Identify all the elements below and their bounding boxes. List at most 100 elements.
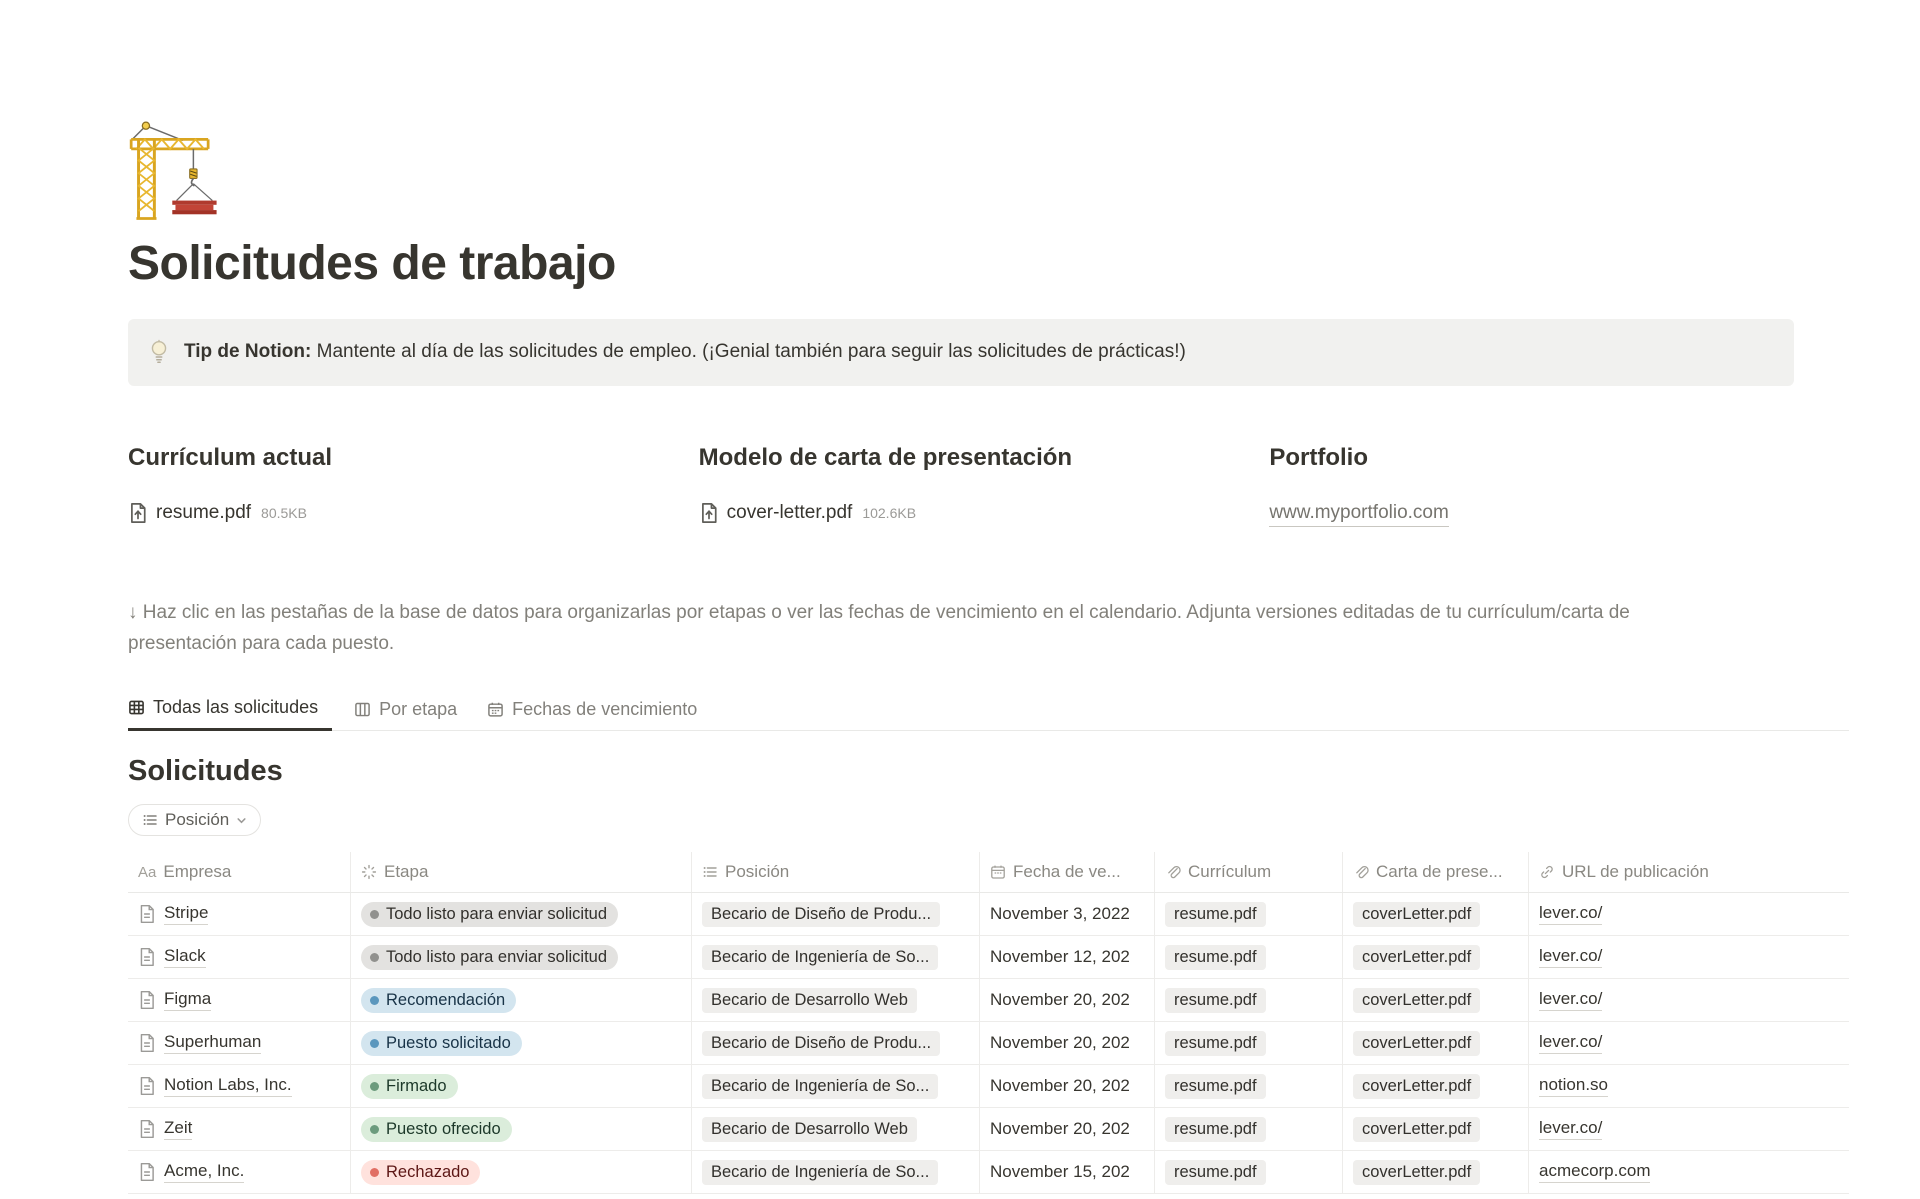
table-row[interactable]: Acme, Inc. Rechazado Becario de Ingenier…: [128, 1151, 1849, 1194]
status-dot: [370, 1039, 379, 1048]
column-header-fecha[interactable]: Fecha de ve...: [980, 852, 1155, 892]
posting-url-link[interactable]: lever.co/: [1539, 1032, 1602, 1054]
resume-file-chip[interactable]: resume.pdf: [1165, 945, 1266, 970]
posting-url-link[interactable]: acmecorp.com: [1539, 1161, 1650, 1183]
resume-file-chip[interactable]: resume.pdf: [1165, 988, 1266, 1013]
stage-badge[interactable]: Recomendación: [361, 988, 516, 1013]
building-crane-icon[interactable]: [128, 118, 244, 222]
position-tag[interactable]: Becario de Desarrollo Web: [702, 1117, 917, 1142]
column-header-curriculum[interactable]: Currículum: [1155, 852, 1343, 892]
resume-file-chip[interactable]: resume.pdf: [1165, 902, 1266, 927]
file-upload-icon: [699, 502, 719, 524]
stage-badge[interactable]: Rechazado: [361, 1160, 480, 1185]
cover-file-chip[interactable]: coverLetter.pdf: [1353, 1031, 1480, 1056]
tab-label: Por etapa: [379, 699, 457, 720]
table-icon: [128, 699, 145, 716]
company-link[interactable]: Acme, Inc.: [164, 1161, 244, 1183]
cover-file-chip[interactable]: coverLetter.pdf: [1353, 1117, 1480, 1142]
status-dot: [370, 1082, 379, 1091]
due-date[interactable]: November 20, 202: [980, 1022, 1155, 1064]
company-link[interactable]: Zeit: [164, 1118, 192, 1140]
position-tag[interactable]: Becario de Desarrollo Web: [702, 988, 917, 1013]
column-header-etapa[interactable]: Etapa: [351, 852, 692, 892]
page-icon: [138, 947, 156, 967]
cover-file-chip[interactable]: coverLetter.pdf: [1353, 988, 1480, 1013]
table-row[interactable]: Zeit Puesto ofrecido Becario de Desarrol…: [128, 1108, 1849, 1151]
stage-label: Todo listo para enviar solicitud: [386, 948, 607, 967]
stage-badge[interactable]: Puesto ofrecido: [361, 1117, 512, 1142]
calendar-icon: [487, 701, 504, 718]
tab-todas-las-solicitudes[interactable]: Todas las solicitudes: [128, 689, 332, 731]
company-link[interactable]: Stripe: [164, 903, 208, 925]
column-header-carta[interactable]: Carta de prese...: [1343, 852, 1529, 892]
resume-file-chip[interactable]: resume.pdf: [1165, 1117, 1266, 1142]
cover-file-chip[interactable]: coverLetter.pdf: [1353, 1074, 1480, 1099]
column-header-empresa[interactable]: Aa Empresa: [128, 852, 351, 892]
resume-file-row[interactable]: resume.pdf 80.5KB: [128, 502, 653, 524]
cover-letter-file-name[interactable]: cover-letter.pdf: [727, 502, 853, 524]
resume-file-name[interactable]: resume.pdf: [156, 502, 251, 524]
tab-por-etapa[interactable]: Por etapa: [354, 691, 465, 730]
cover-letter-file-size: 102.6KB: [862, 505, 916, 521]
stage-badge[interactable]: Firmado: [361, 1074, 458, 1099]
page-icon: [138, 1119, 156, 1139]
company-link[interactable]: Superhuman: [164, 1032, 261, 1054]
position-tag[interactable]: Becario de Ingeniería de So...: [702, 1074, 938, 1099]
position-filter-button[interactable]: Posición: [128, 804, 261, 836]
position-tag[interactable]: Becario de Ingeniería de So...: [702, 1160, 938, 1185]
column-label: Carta de prese...: [1376, 862, 1503, 882]
table-row[interactable]: Slack Todo listo para enviar solicitud B…: [128, 936, 1849, 979]
due-date[interactable]: November 3, 2022: [980, 893, 1155, 935]
column-header-posicion[interactable]: Posición: [692, 852, 980, 892]
company-link[interactable]: Notion Labs, Inc.: [164, 1075, 292, 1097]
tab-label: Fechas de vencimiento: [512, 699, 697, 720]
due-date[interactable]: November 20, 202: [980, 1065, 1155, 1107]
posting-url-link[interactable]: notion.so: [1539, 1075, 1608, 1097]
cover-file-chip[interactable]: coverLetter.pdf: [1353, 902, 1480, 927]
cover-file-chip[interactable]: coverLetter.pdf: [1353, 945, 1480, 970]
table-header-row: Aa Empresa Etapa: [128, 852, 1849, 893]
stage-label: Puesto solicitado: [386, 1034, 511, 1053]
resume-file-chip[interactable]: resume.pdf: [1165, 1074, 1266, 1099]
count-row[interactable]: COUNT 7: [128, 1194, 351, 1199]
status-dot: [370, 1168, 379, 1177]
due-date[interactable]: November 12, 202: [980, 936, 1155, 978]
stage-badge[interactable]: Puesto solicitado: [361, 1031, 522, 1056]
resume-section: Currículum actual resume.pdf 80.5KB: [128, 444, 653, 527]
page-title: Solicitudes de trabajo: [128, 236, 1794, 291]
tab-fechas-de-vencimiento[interactable]: Fechas de vencimiento: [487, 691, 705, 730]
resume-file-chip[interactable]: resume.pdf: [1165, 1031, 1266, 1056]
notion-tip-callout[interactable]: Tip de Notion: Mantente al día de las so…: [128, 319, 1794, 386]
callout-text: Tip de Notion: Mantente al día de las so…: [184, 338, 1186, 367]
status-icon: [361, 864, 377, 880]
position-tag[interactable]: Becario de Diseño de Produ...: [702, 1031, 940, 1056]
table-row[interactable]: Notion Labs, Inc. Firmado Becario de Ing…: [128, 1065, 1849, 1108]
portfolio-link[interactable]: www.myportfolio.com: [1269, 502, 1449, 527]
table-row[interactable]: Figma Recomendación Becario de Desarroll…: [128, 979, 1849, 1022]
select-icon: [702, 864, 718, 880]
position-tag[interactable]: Becario de Ingeniería de So...: [702, 945, 938, 970]
posting-url-link[interactable]: lever.co/: [1539, 946, 1602, 968]
cover-file-chip[interactable]: coverLetter.pdf: [1353, 1160, 1480, 1185]
page-icon: [138, 1162, 156, 1182]
resume-file-chip[interactable]: resume.pdf: [1165, 1160, 1266, 1185]
stage-badge[interactable]: Todo listo para enviar solicitud: [361, 902, 618, 927]
database-block: Todas las solicitudes Por etapa Fechas d…: [128, 689, 1849, 1199]
company-link[interactable]: Slack: [164, 946, 206, 968]
table-row[interactable]: Stripe Todo listo para enviar solicitud …: [128, 893, 1849, 936]
cover-letter-section-title: Modelo de carta de presentación: [699, 444, 1224, 472]
due-date[interactable]: November 20, 202: [980, 1108, 1155, 1150]
position-tag[interactable]: Becario de Diseño de Produ...: [702, 902, 940, 927]
cover-letter-file-row[interactable]: cover-letter.pdf 102.6KB: [699, 502, 1224, 524]
company-link[interactable]: Figma: [164, 989, 211, 1011]
stage-badge[interactable]: Todo listo para enviar solicitud: [361, 945, 618, 970]
page-icon: [138, 1033, 156, 1053]
due-date[interactable]: November 15, 202: [980, 1151, 1155, 1193]
posting-url-link[interactable]: lever.co/: [1539, 1118, 1602, 1140]
due-date[interactable]: November 20, 202: [980, 979, 1155, 1021]
posting-url-link[interactable]: lever.co/: [1539, 903, 1602, 925]
table-row[interactable]: Superhuman Puesto solicitado Becario de …: [128, 1022, 1849, 1065]
instructions-text: ↓ Haz clic en las pestañas de la base de…: [128, 597, 1688, 660]
posting-url-link[interactable]: lever.co/: [1539, 989, 1602, 1011]
column-header-url[interactable]: URL de publicación: [1529, 852, 1849, 892]
